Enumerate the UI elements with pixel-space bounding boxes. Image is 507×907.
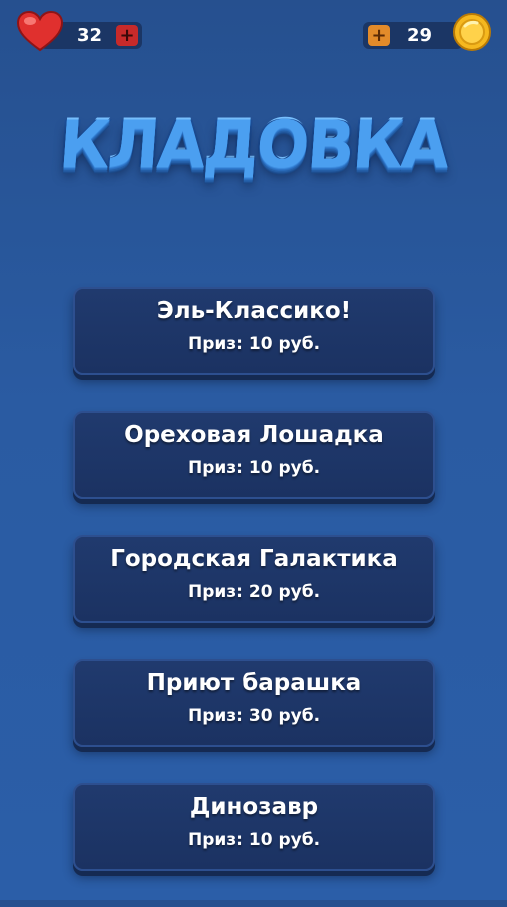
- coins-counter: + 29: [363, 22, 463, 49]
- level-prize: Приз: 10 руб.: [187, 830, 321, 850]
- top-bar: 32 + + 29: [0, 16, 507, 56]
- add-lives-button[interactable]: +: [116, 25, 138, 46]
- page-title: КЛАДОВКА: [56, 106, 451, 183]
- level-list: Эль-Классико! Приз: 10 руб. Ореховая Лош…: [73, 287, 435, 907]
- heart-icon: [16, 10, 64, 52]
- lives-count: 32: [77, 25, 103, 46]
- level-prize: Приз: 10 руб.: [187, 458, 321, 478]
- coin-icon: [453, 13, 491, 51]
- level-name: Городская Галактика: [110, 546, 398, 572]
- level-button[interactable]: Ореховая Лошадка Приз: 10 руб.: [73, 411, 435, 499]
- level-name: Динозавр: [189, 794, 319, 820]
- level-button[interactable]: Городская Галактика Приз: 20 руб.: [73, 535, 435, 623]
- level-name: Приют барашка: [146, 670, 362, 696]
- level-button[interactable]: Эль-Классико! Приз: 10 руб.: [73, 287, 435, 375]
- level-prize: Приз: 10 руб.: [187, 334, 321, 354]
- add-coins-button[interactable]: +: [368, 25, 390, 46]
- coins-count: 29: [407, 25, 433, 46]
- level-button[interactable]: Приют барашка Приз: 30 руб.: [73, 659, 435, 747]
- level-prize: Приз: 30 руб.: [187, 706, 321, 726]
- level-prize: Приз: 20 руб.: [187, 582, 321, 602]
- level-name: Эль-Классико!: [156, 298, 352, 324]
- level-name: Ореховая Лошадка: [124, 422, 384, 448]
- level-button[interactable]: Динозавр Приз: 10 руб.: [73, 783, 435, 871]
